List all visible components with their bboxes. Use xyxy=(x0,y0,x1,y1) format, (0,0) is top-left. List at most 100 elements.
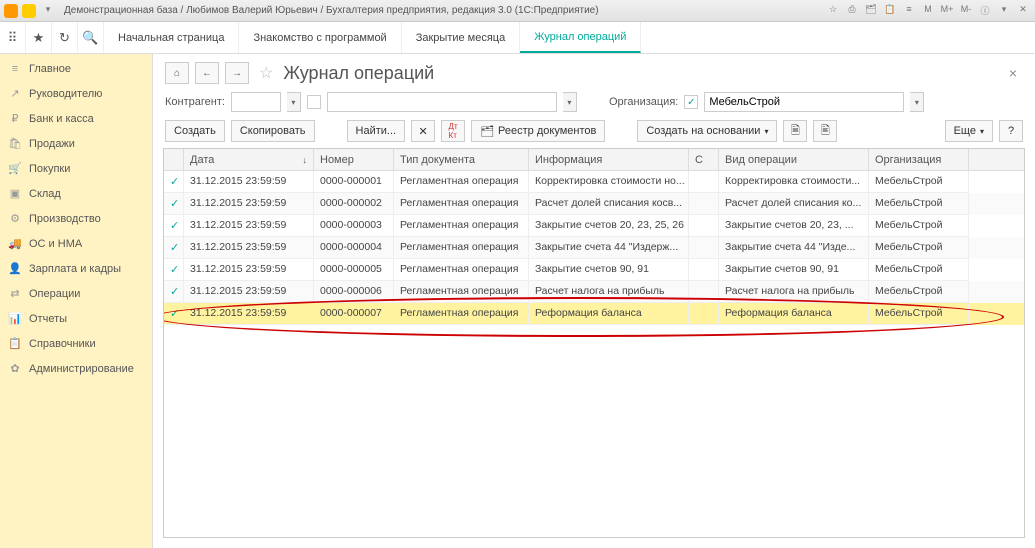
favorite-icon[interactable]: ☆ xyxy=(255,63,277,83)
sidebar-item-7[interactable]: 🚚ОС и НМА xyxy=(0,231,152,256)
sidebar-icon: ▣ xyxy=(8,187,22,200)
table-row[interactable]: ✓31.12.2015 23:59:590000-000005Регламент… xyxy=(164,259,1024,281)
row-status-icon: ✓ xyxy=(164,193,184,215)
cell-org: МебельСтрой xyxy=(869,259,969,281)
cell-date: 31.12.2015 23:59:59 xyxy=(184,237,314,259)
create-basis-button[interactable]: Создать на основании▾ xyxy=(637,120,777,142)
mem-m-minus[interactable]: M- xyxy=(958,4,974,18)
row-status-icon: ✓ xyxy=(164,215,184,237)
tb-btn[interactable]: ⎙ xyxy=(844,4,860,18)
back-button[interactable]: ← xyxy=(195,62,219,84)
tab-intro[interactable]: Знакомство с программой xyxy=(239,22,401,53)
kontragent-input[interactable] xyxy=(231,92,281,112)
sidebar-item-3[interactable]: 🛍Продажи xyxy=(0,131,152,156)
dkt-button[interactable]: ДтКт xyxy=(441,120,465,142)
sidebar-label: Склад xyxy=(29,188,61,200)
cell-date: 31.12.2015 23:59:59 xyxy=(184,171,314,193)
grid-body[interactable]: ✓31.12.2015 23:59:590000-000001Регламент… xyxy=(164,171,1024,537)
sidebar-item-1[interactable]: ↗Руководителю xyxy=(0,81,152,106)
sidebar-item-11[interactable]: 📋Справочники xyxy=(0,331,152,356)
sidebar-item-4[interactable]: 🛒Покупки xyxy=(0,156,152,181)
close-page-button[interactable]: × xyxy=(1003,65,1023,81)
star-icon[interactable]: ★ xyxy=(26,22,52,53)
dropdown-icon[interactable]: ▾ xyxy=(287,92,301,112)
cell-c xyxy=(689,281,719,303)
page-header: ⌂ ← → ☆ Журнал операций × xyxy=(153,54,1035,90)
col-c[interactable]: С xyxy=(689,149,719,170)
cell-date: 31.12.2015 23:59:59 xyxy=(184,215,314,237)
apps-icon[interactable]: ⠿ xyxy=(0,22,26,53)
info-icon[interactable]: ⓘ xyxy=(977,4,993,18)
table-row[interactable]: ✓31.12.2015 23:59:590000-000007Регламент… xyxy=(164,303,1024,325)
cell-info: Расчет долей списания косв... xyxy=(529,193,689,215)
forward-button[interactable]: → xyxy=(225,62,249,84)
table-row[interactable]: ✓31.12.2015 23:59:590000-000001Регламент… xyxy=(164,171,1024,193)
cell-info: Закрытие счетов 20, 23, 25, 26 xyxy=(529,215,689,237)
cell-number: 0000-000004 xyxy=(314,237,394,259)
filter-input[interactable] xyxy=(327,92,557,112)
sidebar-item-10[interactable]: 📊Отчеты xyxy=(0,306,152,331)
cell-c xyxy=(689,171,719,193)
cell-number: 0000-000005 xyxy=(314,259,394,281)
sidebar-item-5[interactable]: ▣ Склад xyxy=(0,181,152,206)
cancel-find-button[interactable]: ✕ xyxy=(411,120,435,142)
cell-optype: Закрытие счета 44 "Изде... xyxy=(719,237,869,259)
cell-optype: Корректировка стоимости... xyxy=(719,171,869,193)
org-checkbox[interactable]: ✓ xyxy=(684,95,698,109)
home-button[interactable]: ⌂ xyxy=(165,62,189,84)
copy-button[interactable]: Скопировать xyxy=(231,120,315,142)
print-button[interactable]: 🗎 xyxy=(783,120,807,142)
col-doctype[interactable]: Тип документа xyxy=(394,149,529,170)
tb-btn[interactable]: 📋 xyxy=(882,4,898,18)
help-button[interactable]: ? xyxy=(999,120,1023,142)
tb-btn[interactable]: 🗂 xyxy=(863,4,879,18)
table-row[interactable]: ✓31.12.2015 23:59:590000-000004Регламент… xyxy=(164,237,1024,259)
doc-button[interactable]: 🖹 xyxy=(813,120,837,142)
col-check[interactable] xyxy=(164,149,184,170)
cell-doctype: Регламентная операция xyxy=(394,281,529,303)
cell-c xyxy=(689,303,719,325)
close-icon[interactable]: ✕ xyxy=(1015,4,1031,18)
dropdown-icon[interactable]: ▾ xyxy=(563,92,577,112)
create-button[interactable]: Создать xyxy=(165,120,225,142)
tb-btn[interactable]: ≡ xyxy=(901,4,917,18)
col-date[interactable]: Дата↓ xyxy=(184,149,314,170)
sidebar-item-9[interactable]: ⇄Операции xyxy=(0,281,152,306)
table-row[interactable]: ✓31.12.2015 23:59:590000-000003Регламент… xyxy=(164,215,1024,237)
search-icon[interactable]: 🔍 xyxy=(78,22,104,53)
dropdown-icon[interactable]: ▾ xyxy=(910,92,924,112)
col-info[interactable]: Информация xyxy=(529,149,689,170)
table-row[interactable]: ✓31.12.2015 23:59:590000-000006Регламент… xyxy=(164,281,1024,303)
mem-m-plus[interactable]: M+ xyxy=(939,4,955,18)
row-status-icon: ✓ xyxy=(164,237,184,259)
more-button[interactable]: Еще▾ xyxy=(945,120,993,142)
col-org[interactable]: Организация xyxy=(869,149,969,170)
find-button[interactable]: Найти... xyxy=(347,120,406,142)
tab-start[interactable]: Начальная страница xyxy=(104,22,239,53)
tb-btn[interactable]: ☆ xyxy=(825,4,841,18)
sidebar-item-2[interactable]: ₽Банк и касса xyxy=(0,106,152,131)
sidebar-item-12[interactable]: ✿Администрирование xyxy=(0,356,152,381)
cell-doctype: Регламентная операция xyxy=(394,193,529,215)
org-input[interactable] xyxy=(704,92,904,112)
cell-org: МебельСтрой xyxy=(869,281,969,303)
cell-info: Реформация баланса xyxy=(529,303,689,325)
table-row[interactable]: ✓31.12.2015 23:59:590000-000002Регламент… xyxy=(164,193,1024,215)
dropdown-icon[interactable]: ▾ xyxy=(40,4,56,18)
minimize-icon[interactable]: ▾ xyxy=(996,4,1012,18)
cell-doctype: Регламентная операция xyxy=(394,303,529,325)
tab-journal[interactable]: Журнал операций xyxy=(520,22,641,53)
col-number[interactable]: Номер xyxy=(314,149,394,170)
mem-m[interactable]: M xyxy=(920,4,936,18)
sidebar-item-0[interactable]: ≡Главное xyxy=(0,56,152,81)
registry-button[interactable]: 🗂Реестр документов xyxy=(471,120,605,142)
tab-close-month[interactable]: Закрытие месяца xyxy=(402,22,521,53)
history-icon[interactable]: ↻ xyxy=(52,22,78,53)
sidebar-icon: 📋 xyxy=(8,337,22,350)
data-grid: Дата↓ Номер Тип документа Информация С В… xyxy=(163,148,1025,538)
sidebar-item-8[interactable]: 👤Зарплата и кадры xyxy=(0,256,152,281)
sidebar-label: ОС и НМА xyxy=(29,238,82,250)
col-optype[interactable]: Вид операции xyxy=(719,149,869,170)
kontragent-checkbox[interactable] xyxy=(307,95,321,109)
sidebar-item-6[interactable]: ⚙Производство xyxy=(0,206,152,231)
